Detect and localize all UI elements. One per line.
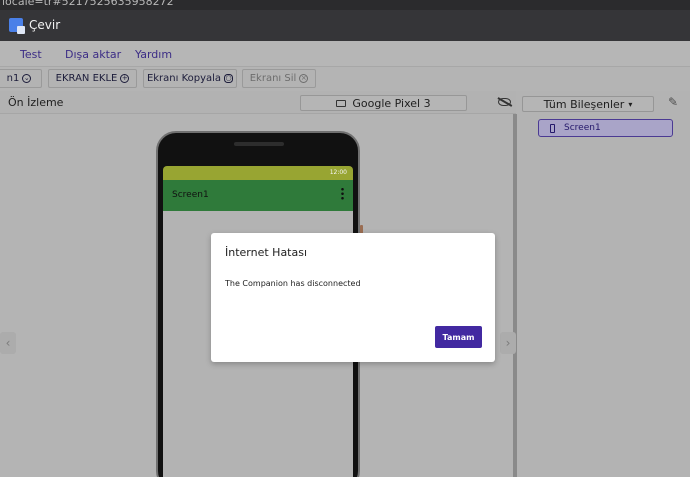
more-options-icon[interactable] [341, 187, 344, 200]
copy-screen-button[interactable]: Ekranı Kopyala ○ [143, 69, 237, 88]
designer-toolbar: n1 ⌄ EKRAN EKLE + Ekranı Kopyala ○ Ekran… [0, 67, 690, 91]
eye-off-icon[interactable] [498, 98, 511, 106]
status-time: 12:00 [329, 169, 347, 176]
device-label: Google Pixel 3 [352, 96, 431, 110]
menu-export[interactable]: Dışa aktar [65, 48, 121, 61]
device-icon [336, 99, 347, 107]
prev-arrow-icon[interactable]: ‹ [0, 332, 16, 354]
tree-item-label: Screen1 [564, 123, 601, 133]
viewer-header: Ön İzleme Google Pixel 3 [0, 91, 516, 114]
screen-select-label: n1 [6, 73, 20, 84]
phone-status-bar: 12:00 [163, 166, 353, 180]
copy-screen-label: Ekranı Kopyala [146, 73, 222, 84]
next-arrow-icon[interactable]: › [500, 332, 516, 354]
copy-icon: ○ [224, 74, 234, 83]
dialog-message: The Companion has disconnected [225, 279, 361, 288]
viewer-label: Ön İzleme [8, 96, 64, 109]
add-screen-label: EKRAN EKLE [55, 73, 118, 84]
screen-title: Screen1 [172, 190, 209, 200]
chevron-down-icon: ⌄ [22, 74, 32, 83]
menu-help[interactable]: Yardım [135, 48, 172, 61]
delete-screen-button[interactable]: Ekranı Sil × [242, 69, 316, 88]
dialog-title: İnternet Hatası [225, 246, 308, 259]
menu-test[interactable]: Test [20, 48, 42, 61]
phone-app-bar: Screen1 [163, 180, 353, 211]
address-bar[interactable]: locale=tr#5217525635958272 [0, 0, 690, 10]
phone-icon [550, 123, 555, 133]
translate-icon[interactable] [9, 18, 25, 34]
menu-bar: Test Dışa aktar Yardım [0, 41, 690, 67]
translate-bar: Çevir [0, 10, 690, 41]
device-select[interactable]: Google Pixel 3 [300, 95, 467, 111]
components-panel: Tüm Bileşenler ▾ ✎ Screen1 [517, 91, 690, 477]
components-filter-label: Tüm Bileşenler [543, 97, 625, 111]
url-text: locale=tr#5217525635958272 [2, 0, 174, 8]
error-dialog: İnternet Hatası The Companion has discon… [211, 233, 495, 362]
ok-button[interactable]: Tamam [435, 326, 482, 348]
translate-label[interactable]: Çevir [29, 18, 60, 32]
delete-screen-label: Ekranı Sil [249, 73, 297, 84]
screen-select[interactable]: n1 ⌄ [0, 69, 42, 88]
delete-icon: × [299, 74, 309, 83]
phone-speaker [234, 142, 284, 146]
components-filter-select[interactable]: Tüm Bileşenler ▾ [522, 96, 654, 112]
edit-icon[interactable]: ✎ [668, 96, 680, 108]
add-screen-button[interactable]: EKRAN EKLE + [48, 69, 137, 88]
plus-icon: + [120, 74, 130, 83]
tree-item-screen1[interactable]: Screen1 [538, 119, 673, 137]
chevron-down-icon: ▾ [628, 99, 633, 109]
